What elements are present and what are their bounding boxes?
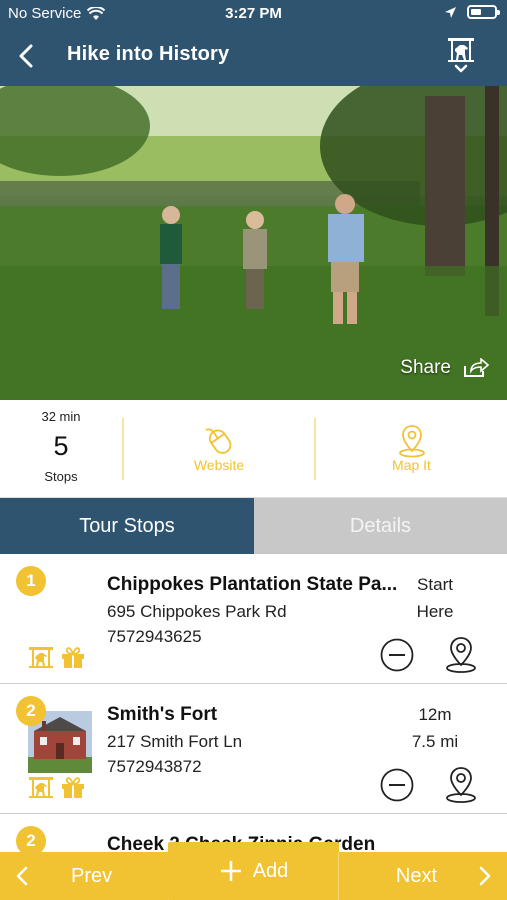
mouse-icon xyxy=(205,428,232,454)
prev-button[interactable]: Prev xyxy=(0,852,168,900)
trail-menu-button[interactable] xyxy=(443,36,479,80)
gift-icon xyxy=(62,647,84,668)
stop-address: 217 Smith Fort Ln xyxy=(107,732,243,751)
tour-stop-list: 1 Chippokes Plantation State Pa... 695 C… xyxy=(0,554,507,852)
chevron-right-icon xyxy=(479,866,491,886)
trail-logo-icon xyxy=(448,38,474,62)
stop-here-text: Here xyxy=(416,602,454,621)
duration-text: 32 min xyxy=(41,409,81,424)
stop-phone[interactable]: 7572943625 xyxy=(107,627,202,647)
add-stop-button[interactable]: Add xyxy=(168,842,339,900)
amenity-icons xyxy=(28,645,86,669)
stop-distance-text: 7.5 mi xyxy=(411,732,459,751)
website-label: Website xyxy=(193,457,245,473)
prev-label: Prev xyxy=(71,864,113,887)
stop-number-badge: 2 xyxy=(16,696,46,726)
chevron-down-icon xyxy=(454,64,468,73)
stop-map-pin-button[interactable] xyxy=(443,636,479,674)
stop-time-text: 12m xyxy=(418,705,452,724)
trail-marker-icon xyxy=(29,647,53,668)
stops-label: Stops xyxy=(44,469,78,484)
share-icon xyxy=(464,358,489,377)
location-arrow-icon xyxy=(445,6,456,18)
remove-stop-button[interactable] xyxy=(380,768,414,802)
amenity-icons xyxy=(28,775,86,799)
map-it-button[interactable]: Map It xyxy=(316,400,507,498)
battery-icon xyxy=(467,5,500,19)
status-right xyxy=(444,5,500,19)
share-button[interactable]: Share xyxy=(400,357,489,379)
stops-summary: 32 min 5 Stops xyxy=(0,400,122,498)
nav-bar: Hike into History xyxy=(0,28,507,86)
remove-stop-button[interactable] xyxy=(380,638,414,672)
trail-marker-icon xyxy=(29,777,53,798)
status-bar: No Service 3:27 PM xyxy=(0,0,507,28)
tab-details[interactable]: Details xyxy=(254,498,507,554)
list-item[interactable]: 2 Smith's Fort 217 Smith Fort Ln 7572943… xyxy=(0,684,507,814)
tab-bar: Tour Stops Details xyxy=(0,498,507,554)
clock: 3:27 PM xyxy=(225,5,282,22)
tab-tour-stops[interactable]: Tour Stops xyxy=(0,498,254,554)
stop-number-badge: 2 xyxy=(16,826,46,852)
stop-name: Smith's Fort xyxy=(107,704,218,725)
plus-icon xyxy=(220,861,241,881)
stop-map-pin-button[interactable] xyxy=(443,766,479,804)
stop-number-badge: 1 xyxy=(16,566,46,596)
next-button[interactable]: Next xyxy=(339,852,507,900)
gift-icon xyxy=(62,777,84,798)
page-title: Hike into History xyxy=(67,43,230,65)
share-label: Share xyxy=(400,357,451,378)
stop-name: Chippokes Plantation State Pa... xyxy=(107,574,398,595)
website-button[interactable]: Website xyxy=(124,400,314,498)
list-item[interactable]: 1 Chippokes Plantation State Pa... 695 C… xyxy=(0,554,507,684)
stop-start-text: Start xyxy=(417,575,453,594)
next-label: Next xyxy=(395,864,437,887)
hero-photo: Share xyxy=(0,86,507,400)
stop-address: 695 Chippokes Park Rd xyxy=(107,602,287,621)
tour-info-strip: 32 min 5 Stops Website Map It xyxy=(0,400,507,498)
add-label: Add xyxy=(252,859,289,882)
stop-count: 5 xyxy=(53,431,69,461)
chevron-left-icon xyxy=(19,44,33,68)
stop-phone[interactable]: 7572943872 xyxy=(107,757,202,777)
chevron-left-icon xyxy=(16,866,28,886)
bottom-nav-bar: Prev Add Next xyxy=(0,842,507,900)
hero-illustration xyxy=(0,86,507,400)
back-button[interactable] xyxy=(10,38,42,74)
top-bar: No Service 3:27 PM Hike into History xyxy=(0,0,507,86)
map-pin-icon xyxy=(398,425,425,458)
map-it-label: Map It xyxy=(392,457,431,473)
